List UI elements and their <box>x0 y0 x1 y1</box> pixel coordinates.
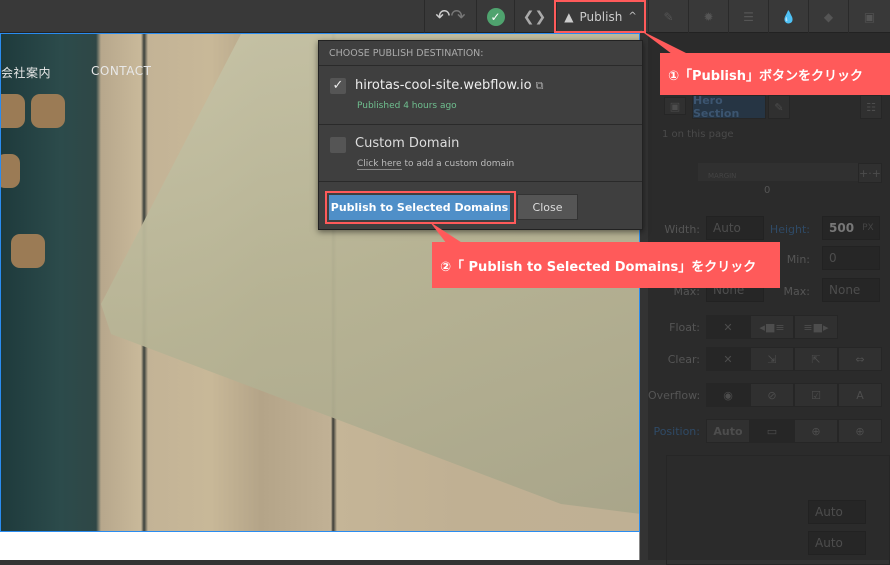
callout-1: ①「Publish」ボタンをクリック <box>660 53 890 95</box>
callout-2: ②「 Publish to Selected Domains」をクリック <box>432 242 780 288</box>
